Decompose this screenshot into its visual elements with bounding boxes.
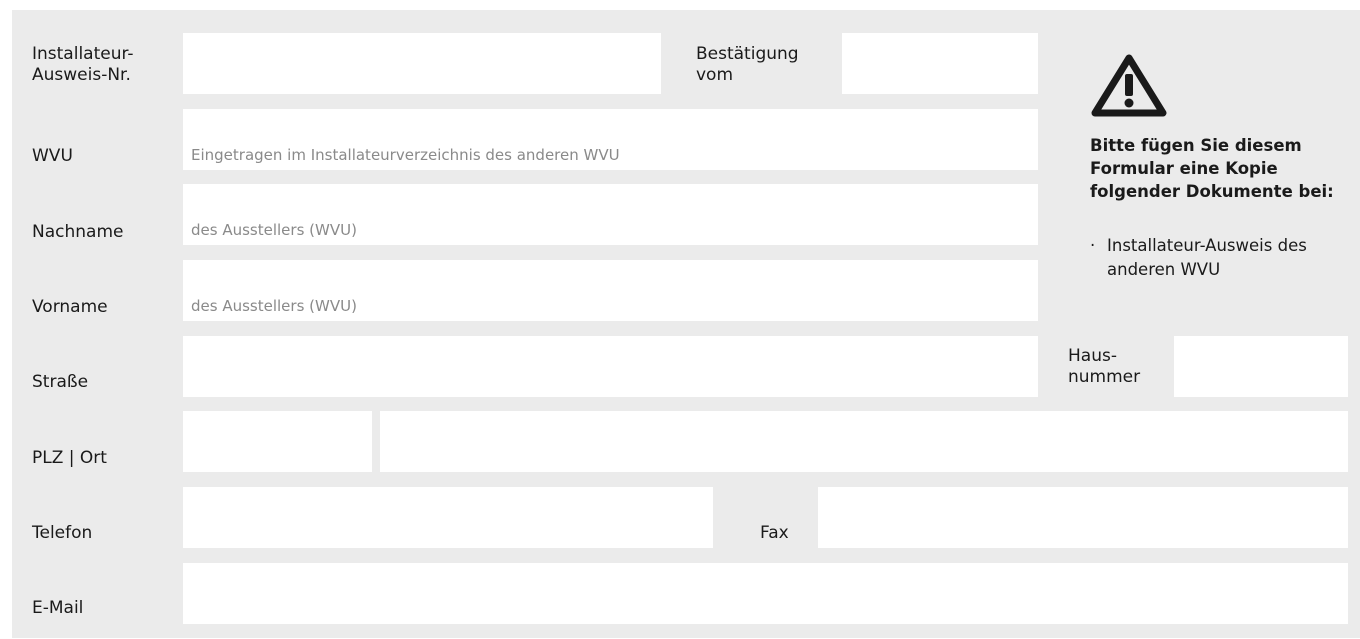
bestaetigung-field[interactable]	[842, 33, 1038, 94]
strasse-field[interactable]	[183, 336, 1038, 397]
ausweis-label-line1: Installateur-	[32, 44, 134, 64]
telefon-field[interactable]	[183, 487, 713, 548]
vorname-field[interactable]	[183, 260, 1038, 321]
bestaetigung-label-line1: Bestätigung	[696, 44, 799, 64]
hausnummer-field[interactable]	[1174, 336, 1348, 397]
notice-item-text: Installateur-Ausweis des anderen WVU	[1107, 236, 1307, 279]
strasse-label: Straße	[32, 372, 89, 392]
hausnummer-label-line1: Haus-	[1068, 346, 1117, 366]
fax-label: Fax	[760, 523, 789, 543]
email-label: E-Mail	[32, 598, 84, 618]
ausweis-label: Installateur- Ausweis-Nr.	[32, 44, 134, 86]
nachname-field[interactable]	[183, 184, 1038, 245]
wvu-field[interactable]	[183, 109, 1038, 170]
bestaetigung-label-line2: vom	[696, 65, 734, 85]
notice-title: Bitte fügen Sie diesem Formular eine Kop…	[1090, 136, 1334, 201]
plz-ort-label: PLZ | Ort	[32, 448, 107, 468]
fax-field[interactable]	[818, 487, 1348, 548]
notice-list-item: · Installateur-Ausweis des anderen WVU	[1090, 234, 1350, 282]
email-field[interactable]	[183, 563, 1348, 624]
wvu-label: WVU	[32, 146, 73, 166]
telefon-label: Telefon	[32, 523, 93, 543]
hausnummer-label-line2: nummer	[1068, 367, 1141, 387]
ausweis-label-line2: Ausweis-Nr.	[32, 65, 131, 85]
bestaetigung-label: Bestätigung vom	[696, 44, 799, 86]
nachname-label: Nachname	[32, 222, 124, 242]
vorname-label: Vorname	[32, 297, 108, 317]
hausnummer-label: Haus- nummer	[1068, 346, 1140, 388]
ausweis-field[interactable]	[183, 33, 661, 94]
notice-bullet: ·	[1090, 236, 1096, 255]
plz-field[interactable]	[183, 411, 372, 472]
warning-icon	[1091, 54, 1167, 117]
ort-field[interactable]	[380, 411, 1348, 472]
